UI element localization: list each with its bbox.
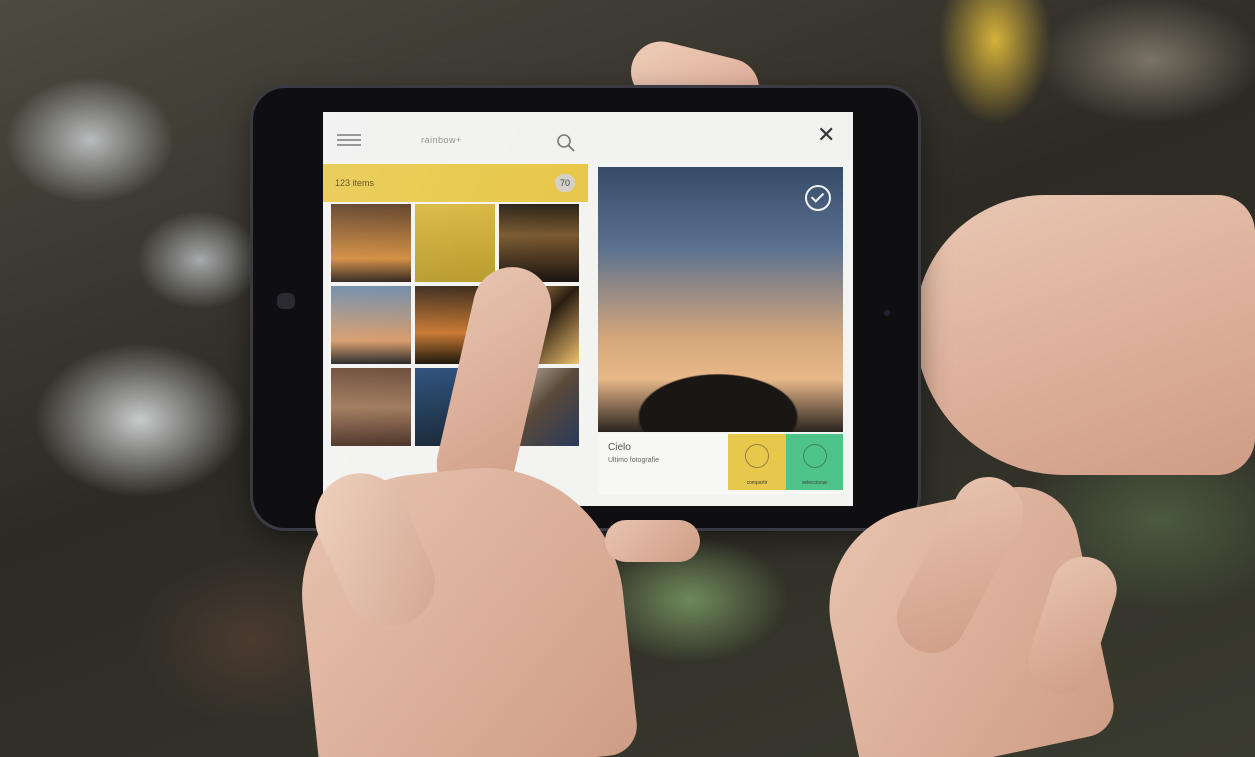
- hand-right-thumb-tip: [605, 520, 700, 562]
- search-icon[interactable]: [555, 132, 577, 154]
- photo-subtitle: Ultimo fotografie: [608, 457, 659, 464]
- hand-right-back: [915, 195, 1255, 475]
- photo-thumbnail[interactable]: [415, 204, 495, 282]
- tablet-device: rainbow+ ✕ 123 items 70 Cielo Ultimo fot…: [253, 88, 918, 528]
- album-label: 123 items: [335, 178, 375, 188]
- photo-thumbnail[interactable]: [331, 286, 411, 364]
- photo-title: Cielo: [608, 442, 631, 453]
- camera-lens: [884, 310, 890, 316]
- photo-thumbnail[interactable]: [331, 204, 411, 282]
- share-button[interactable]: compartir: [728, 434, 786, 490]
- photo-thumbnail[interactable]: [331, 368, 411, 446]
- select-button-label: seleccionar: [801, 480, 828, 486]
- album-count-badge: 70: [555, 174, 575, 192]
- album-bar[interactable]: 123 items 70: [323, 164, 588, 202]
- home-button: [277, 293, 295, 309]
- close-icon[interactable]: ✕: [817, 124, 835, 146]
- check-circle-icon: [803, 444, 827, 468]
- share-icon: [745, 444, 769, 468]
- check-icon[interactable]: [805, 185, 831, 211]
- share-button-label: compartir: [746, 480, 768, 486]
- tablet-screen: rainbow+ ✕ 123 items 70 Cielo Ultimo fot…: [323, 112, 853, 506]
- hamburger-icon[interactable]: [337, 134, 361, 146]
- app-topbar: rainbow+ ✕: [323, 112, 853, 160]
- select-button[interactable]: seleccionar: [786, 434, 843, 490]
- app-title: rainbow+: [421, 135, 462, 145]
- photo-preview[interactable]: [598, 167, 843, 432]
- photo-background: rainbow+ ✕ 123 items 70 Cielo Ultimo fot…: [0, 0, 1255, 757]
- photo-info-panel: Cielo Ultimo fotografie compartir selecc…: [598, 434, 843, 494]
